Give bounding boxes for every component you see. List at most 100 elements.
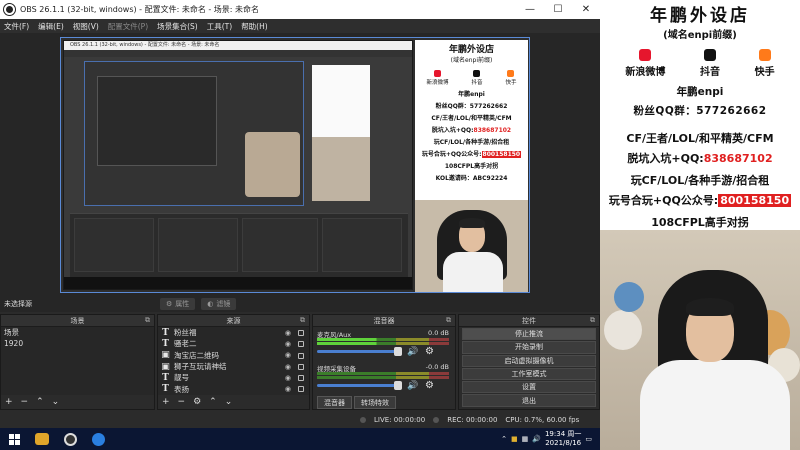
clock[interactable]: 19:34 周一 2021/8/16 [545, 430, 581, 448]
settings-button[interactable]: 设置 [462, 381, 596, 394]
sources-dock: 来源 ⧉ T 粉丝福 ◉ T 骚老二 ◉ ▣ 淘宝店二维码 ◉ ▣ 狮子互玩请神结 ◉ T 靓号 ◉ … [157, 314, 310, 410]
preview-canvas[interactable]: OBS 26.1.1 (32-bit, windows) - 配置文件: 未命名… [60, 37, 530, 293]
slider-handle[interactable] [394, 347, 402, 356]
menu-file[interactable]: 文件(F) [4, 21, 29, 32]
clock-date: 2021/8/16 [545, 439, 582, 447]
visibility-icon[interactable]: ◉ [285, 329, 291, 337]
volume-meter [317, 338, 449, 341]
lock-icon[interactable] [298, 330, 304, 336]
scenes-title: 场景 [70, 316, 85, 325]
properties-button[interactable]: ⚙ 属性 [160, 297, 196, 310]
remove-icon[interactable]: − [178, 397, 186, 407]
source-item[interactable]: T 表扬 ◉ [158, 383, 309, 394]
remove-icon[interactable]: − [21, 397, 29, 407]
lock-icon[interactable] [298, 375, 304, 382]
preview-ad-line3: 玩CF/LOL/各种手游/招合租 [433, 139, 510, 146]
menu-edit[interactable]: 编辑(E) [38, 21, 64, 32]
menu-view[interactable]: 视图(V) [73, 21, 99, 32]
taskbar-obs[interactable] [56, 428, 84, 450]
gear-icon[interactable]: ⚙ [425, 346, 434, 357]
dock-float-icon[interactable]: ⧉ [300, 316, 305, 325]
mixer-tabs: 混音器 转场特效 [313, 396, 396, 409]
preview-ad-title: 年鹏外设店 [448, 45, 494, 55]
cpu-fps: CPU: 0.7%, 60.00 fps [505, 415, 580, 424]
text-source-icon: T [162, 327, 169, 338]
visibility-icon[interactable]: ◉ [285, 340, 291, 348]
plush-toy [614, 282, 644, 312]
visibility-icon[interactable]: ◉ [285, 374, 291, 382]
text-source-icon: T [162, 372, 169, 383]
speaker-icon[interactable]: 🔊 [407, 381, 418, 391]
tray-folder-icon[interactable]: ■ [511, 435, 518, 443]
gear-icon[interactable]: ⚙ [193, 397, 201, 407]
lock-icon[interactable] [298, 363, 304, 370]
slider-handle[interactable] [394, 381, 402, 390]
visibility-icon[interactable]: ◉ [285, 351, 291, 359]
lock-icon[interactable] [298, 341, 304, 348]
move-up-icon[interactable]: ⌃ [209, 397, 217, 407]
nested-menu [64, 50, 412, 57]
plush-toy [604, 310, 642, 350]
lock-icon[interactable] [298, 386, 304, 393]
preview-ad-socials: 新浪微博 抖音 快手 [415, 70, 528, 86]
dock-float-icon[interactable]: ⧉ [590, 316, 595, 325]
gear-icon[interactable]: ⚙ [425, 380, 434, 391]
filters-button[interactable]: ◐ 滤镜 [201, 297, 237, 310]
source-item[interactable]: ▣ 淘宝店二维码 ◉ [158, 350, 309, 361]
move-down-icon[interactable]: ⌄ [225, 397, 233, 407]
visibility-icon[interactable]: ◉ [285, 363, 291, 371]
volume-slider[interactable] [317, 347, 402, 356]
speaker-icon[interactable]: 🔊 [407, 347, 418, 357]
ad-line5: 108CFPL高手对拐 [651, 216, 749, 229]
scene-item[interactable]: 场景 [1, 327, 154, 338]
nested-preview [84, 61, 304, 206]
menu-scene-collection[interactable]: 场景集合(S) [157, 21, 198, 32]
visibility-icon[interactable]: ◉ [285, 385, 291, 393]
taskbar-app-3[interactable] [84, 428, 112, 450]
maximize-button[interactable]: ☐ [544, 0, 572, 19]
close-button[interactable]: ✕ [572, 0, 600, 19]
source-item[interactable]: T 骚老二 ◉ [158, 338, 309, 349]
kuaishou-icon [507, 70, 515, 77]
taskbar-app-1[interactable] [28, 428, 56, 450]
tray-expand-icon[interactable]: ⌃ [501, 435, 507, 443]
studio-mode-button[interactable]: 工作室模式 [462, 367, 596, 381]
volume-meter [317, 342, 449, 345]
tab-transitions[interactable]: 转场特效 [354, 396, 396, 409]
menu-profile[interactable]: 配置文件(P) [108, 21, 148, 32]
virtual-camera-button[interactable]: 启动虚拟摄像机 [462, 354, 596, 367]
tray-network-icon[interactable]: ▦ [522, 435, 529, 443]
move-up-icon[interactable]: ⌃ [36, 397, 44, 407]
start-button[interactable] [0, 428, 28, 450]
dock-float-icon[interactable]: ⧉ [446, 316, 451, 325]
start-recording-button[interactable]: 开始录制 [462, 341, 596, 354]
minimize-button[interactable]: — [516, 0, 544, 19]
dock-float-icon[interactable]: ⧉ [145, 316, 150, 325]
nested-docks [70, 213, 408, 277]
nested-title: OBS 26.1.1 (32-bit, windows) - 配置文件: 未命名… [64, 41, 412, 50]
source-item[interactable]: T 粉丝福 ◉ [158, 327, 309, 338]
clock-time: 19:34 周一 [544, 430, 582, 438]
menu-help[interactable]: 帮助(H) [241, 21, 268, 32]
move-down-icon[interactable]: ⌄ [52, 397, 60, 407]
rec-time: REC: 00:00:00 [447, 415, 498, 424]
volume-slider[interactable] [317, 381, 402, 390]
menu-tools[interactable]: 工具(T) [207, 21, 232, 32]
source-item[interactable]: T 靓号 ◉ [158, 372, 309, 383]
source-item[interactable]: ▣ 狮子互玩请神结 ◉ [158, 361, 309, 372]
lock-icon[interactable] [298, 352, 304, 359]
tray-volume-icon[interactable]: 🔊 [532, 435, 541, 443]
tab-mixer[interactable]: 混音器 [317, 396, 352, 409]
stop-streaming-button[interactable]: 停止推流 [462, 328, 596, 341]
exit-button[interactable]: 退出 [462, 394, 596, 407]
scene-item[interactable]: 1920 [1, 338, 154, 349]
scenes-dock: 场景 ⧉ 场景 1920 + − ⌃ ⌄ [0, 314, 155, 410]
text-source-icon: T [162, 338, 169, 349]
image-source-icon: ▣ [161, 350, 170, 361]
mixer-channel: 视频采集设备 -0.0 dB 🔊 ⚙ [313, 361, 455, 395]
add-icon[interactable]: + [162, 397, 170, 407]
app-cat-icon [35, 433, 49, 445]
add-icon[interactable]: + [5, 397, 13, 407]
ad-id-line: 年鹏enpi [676, 86, 724, 98]
notification-icon[interactable]: ▭ [585, 435, 592, 443]
